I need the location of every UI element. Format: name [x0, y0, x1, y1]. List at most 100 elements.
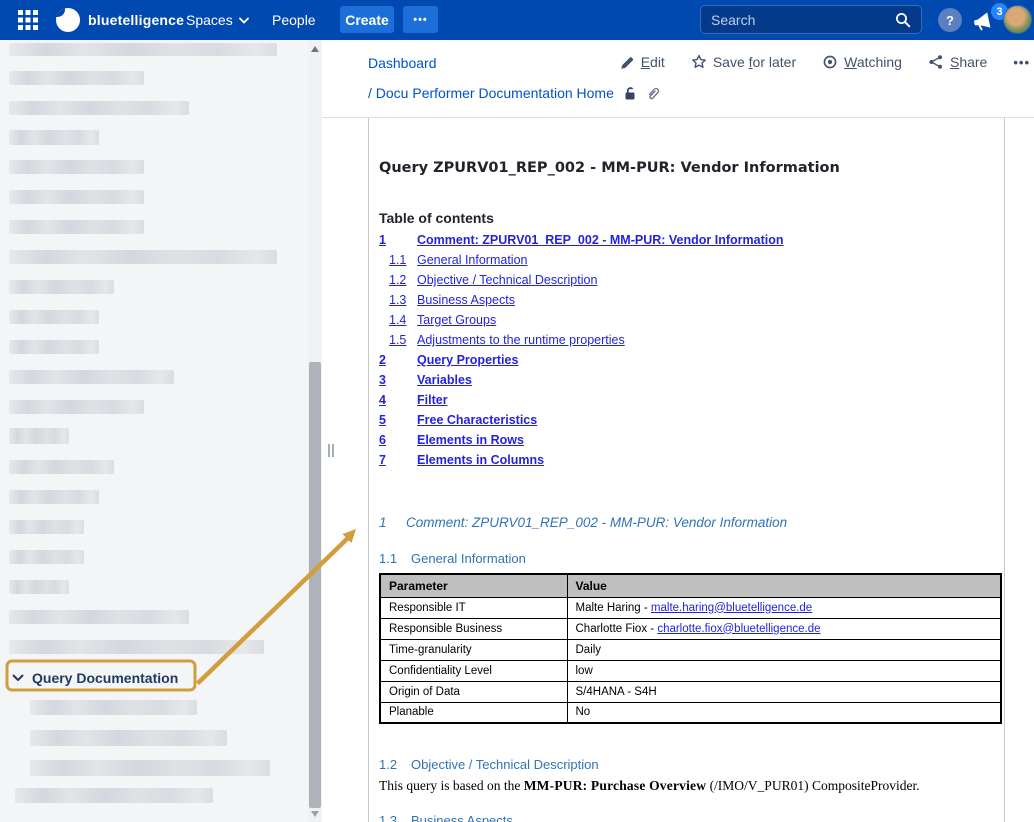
page-actions: Edit Save for later Watching Share ••• — [620, 54, 1030, 70]
breadcrumb-dashboard[interactable]: Dashboard — [368, 55, 437, 71]
toc-entry-link[interactable]: Objective / Technical Description — [417, 273, 597, 287]
create-button[interactable]: Create — [340, 6, 394, 33]
nav-spaces[interactable]: Spaces — [186, 0, 249, 40]
toc-entry-number[interactable]: 5 — [379, 413, 417, 427]
sidebar-skeleton-item — [9, 71, 144, 85]
general-info-table-body: Responsible ITMalte Haring - malte.harin… — [380, 597, 1001, 723]
watching-eye-icon — [822, 54, 838, 70]
toc-entry-link[interactable]: Elements in Columns — [417, 453, 544, 467]
chevron-down-icon — [239, 17, 249, 24]
value-cell: Daily — [567, 639, 1001, 660]
table-row: Origin of DataS/4HANA - S4H — [380, 681, 1001, 702]
search-input[interactable] — [711, 12, 895, 28]
sidebar-scrollbar[interactable] — [308, 40, 322, 822]
breadcrumb: / Docu Performer Documentation Home — [368, 85, 660, 101]
document-page: Query ZPURV01_REP_002 - MM-PUR: Vendor I… — [368, 118, 1005, 822]
sidebar-skeleton-item — [9, 610, 189, 624]
toc-entry: 1.1General Information — [379, 253, 527, 273]
sidebar-skeleton-item — [9, 520, 84, 534]
toc-entry-link[interactable]: Query Properties — [417, 353, 518, 367]
toc-entry: 5Free Characteristics — [379, 413, 537, 433]
table-row: Time-granularityDaily — [380, 639, 1001, 660]
scrollbar-thumb[interactable] — [309, 362, 321, 808]
bluetelligence-logo-icon[interactable] — [56, 0, 80, 40]
toc-entry-link[interactable]: Business Aspects — [417, 293, 515, 307]
toc-entry-number[interactable]: 3 — [379, 373, 417, 387]
sidebar-skeleton-item — [9, 220, 144, 234]
sidebar-item-label: Query Documentation — [32, 670, 178, 686]
sidebar-resize-handle[interactable] — [328, 444, 336, 457]
toc-entry-number[interactable]: 1 — [379, 233, 417, 247]
toc-entry-number[interactable]: 1.2 — [389, 273, 417, 287]
search-box[interactable] — [700, 5, 922, 34]
scrollbar-down-arrow-icon[interactable] — [311, 811, 319, 817]
nav-more-button[interactable]: ••• — [403, 6, 438, 33]
user-avatar[interactable] — [1003, 5, 1032, 34]
toc-entry-number[interactable]: 1.5 — [389, 333, 417, 347]
general-information-table: Parameter Value Responsible ITMalte Hari… — [379, 573, 1002, 724]
toc-entry-number[interactable]: 4 — [379, 393, 417, 407]
annotation-arrowhead — [343, 529, 357, 543]
edit-button[interactable]: Edit — [620, 54, 665, 70]
share-button[interactable]: Share — [928, 54, 987, 70]
watching-button[interactable]: Watching — [822, 54, 902, 70]
toc-entry-number[interactable]: 7 — [379, 453, 417, 467]
toc-entry-link[interactable]: General Information — [417, 253, 527, 267]
unlock-icon[interactable] — [623, 86, 637, 101]
section-1-2-heading: 1.2Objective / Technical Description — [379, 757, 599, 772]
parameter-cell: Confidentiality Level — [380, 660, 567, 681]
nav-people[interactable]: People — [272, 0, 316, 40]
sidebar-skeleton-item — [9, 310, 99, 324]
sidebar-skeleton-item — [9, 460, 114, 474]
toc-entry-number[interactable]: 6 — [379, 433, 417, 447]
confluence-window: bluetelligence Spaces People Create ••• … — [0, 0, 1034, 822]
value-cell: No — [567, 702, 1001, 723]
toc-entry-link[interactable]: Adjustments to the runtime properties — [417, 333, 625, 347]
scrollbar-up-arrow-icon[interactable] — [311, 46, 319, 52]
parameter-cell: Planable — [380, 702, 567, 723]
toc-entry-number[interactable]: 1.4 — [389, 313, 417, 327]
toc-entry-number[interactable]: 1.3 — [389, 293, 417, 307]
pencil-icon — [620, 55, 635, 70]
document-title: Query ZPURV01_REP_002 - MM-PUR: Vendor I… — [379, 160, 840, 176]
table-header-row: Parameter Value — [380, 574, 1001, 597]
toc-entry-link[interactable]: Elements in Rows — [417, 433, 524, 447]
sidebar-item-query-documentation[interactable]: Query Documentation — [12, 665, 178, 691]
save-for-later-button[interactable]: Save for later — [691, 54, 796, 70]
paragraph-text: (/IMO/V_PUR01) CompositeProvider. — [706, 778, 919, 793]
section-number: 1.1 — [379, 551, 411, 566]
section-1-heading: 1Comment: ZPURV01_REP_002 - MM-PUR: Vend… — [379, 515, 787, 530]
column-header-parameter: Parameter — [380, 574, 567, 597]
paperclip-icon[interactable] — [646, 86, 660, 101]
app-switcher-icon[interactable] — [18, 0, 38, 40]
sidebar-skeleton-item — [9, 43, 277, 56]
search-icon[interactable] — [895, 12, 911, 28]
toc-entry-link[interactable]: Comment: ZPURV01_REP_002 - MM-PUR: Vendo… — [417, 233, 784, 247]
help-icon[interactable]: ? — [938, 8, 962, 32]
page-more-button[interactable]: ••• — [1013, 55, 1030, 70]
toc-entry-number[interactable]: 2 — [379, 353, 417, 367]
paragraph-text: This query is based on the — [379, 778, 524, 793]
email-link[interactable]: charlotte.fiox@bluetelligence.de — [657, 623, 820, 635]
parameter-cell: Responsible IT — [380, 597, 567, 618]
toc-entry: 1.5Adjustments to the runtime properties — [379, 333, 625, 353]
toc-entry: 1.3Business Aspects — [379, 293, 515, 313]
toc-entry-link[interactable]: Variables — [417, 373, 472, 387]
share-icon — [928, 54, 944, 70]
description-paragraph: This query is based on the MM-PUR: Purch… — [379, 778, 920, 794]
value-cell: S/4HANA - S4H — [567, 681, 1001, 702]
toc-entry-number[interactable]: 1.1 — [389, 253, 417, 267]
notifications-button[interactable]: 3 — [972, 6, 1002, 36]
sidebar-skeleton-item — [9, 340, 99, 354]
toc-entry-link[interactable]: Filter — [417, 393, 448, 407]
toc-entry: 3Variables — [379, 373, 472, 393]
toc-entry-link[interactable]: Free Characteristics — [417, 413, 537, 427]
section-number: 1.3 — [379, 813, 411, 822]
sidebar-skeleton-item — [30, 730, 227, 746]
email-link[interactable]: malte.haring@bluetelligence.de — [651, 602, 812, 614]
brand-name[interactable]: bluetelligence — [88, 0, 184, 40]
sidebar-skeleton-item — [30, 760, 270, 776]
sidebar-skeleton-item — [9, 640, 264, 654]
toc-entry-link[interactable]: Target Groups — [417, 313, 496, 327]
breadcrumb-doc-home[interactable]: / Docu Performer Documentation Home — [368, 85, 614, 101]
